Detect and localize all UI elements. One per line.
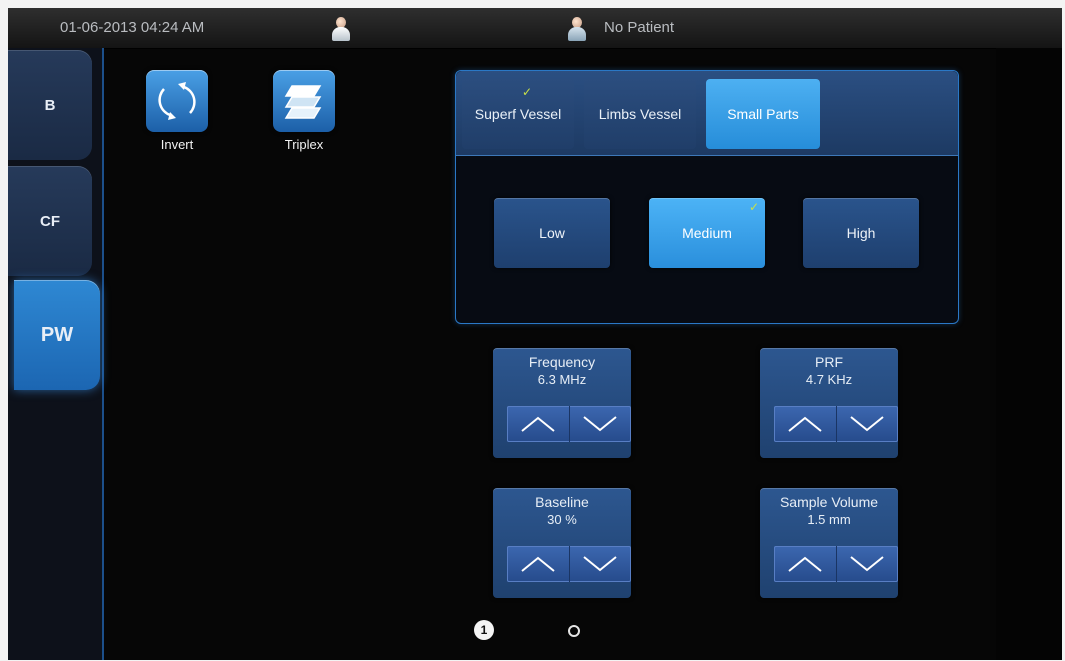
chevron-down-icon: [850, 416, 884, 432]
level-low-button[interactable]: Low: [494, 198, 610, 268]
baseline-stepper: [507, 546, 631, 582]
frequency-up-button[interactable]: [507, 406, 570, 442]
patient-name: No Patient: [604, 19, 675, 36]
check-icon: ✓: [522, 85, 533, 99]
preset-panel: Superf Vessel ✓ Limbs Vessel Small Parts…: [455, 70, 959, 324]
preset-tab-superf-vessel[interactable]: Superf Vessel ✓: [462, 79, 574, 149]
preset-tab-limbs-vessel[interactable]: Limbs Vessel: [584, 79, 696, 149]
frequency-control: Frequency 6.3 MHz: [493, 348, 631, 458]
baseline-down-button[interactable]: [569, 546, 631, 582]
chevron-up-icon: [521, 416, 555, 432]
mode-tab-pw[interactable]: PW: [14, 280, 100, 390]
prf-value: 4.7 KHz: [805, 372, 853, 387]
device-screen: 01-06-2013 04:24 AM No Patient B CF PW I…: [8, 8, 1062, 660]
prf-up-button[interactable]: [774, 406, 837, 442]
invert-icon: [146, 70, 208, 132]
frequency-down-button[interactable]: [569, 406, 631, 442]
chevron-up-icon: [788, 556, 822, 572]
prf-down-button[interactable]: [836, 406, 898, 442]
status-bar: 01-06-2013 04:24 AM No Patient: [8, 8, 1062, 49]
operator-icon[interactable]: [330, 17, 352, 42]
invert-button[interactable]: Invert: [138, 70, 216, 152]
triplex-icon: [273, 70, 335, 132]
chevron-down-icon: [583, 556, 617, 572]
mode-tab-b[interactable]: B: [8, 50, 92, 160]
sample-volume-stepper: [774, 546, 898, 582]
triplex-button[interactable]: Triplex: [265, 70, 343, 152]
level-high-button[interactable]: High: [803, 198, 919, 268]
sample-volume-up-button[interactable]: [774, 546, 837, 582]
chevron-up-icon: [788, 416, 822, 432]
chevron-down-icon: [850, 556, 884, 572]
prf-control: PRF 4.7 KHz: [760, 348, 898, 458]
preset-tabbar: Superf Vessel ✓ Limbs Vessel Small Parts: [456, 71, 958, 156]
sample-volume-control: Sample Volume 1.5 mm: [760, 488, 898, 598]
sample-volume-down-button[interactable]: [836, 546, 898, 582]
mode-tab-cf[interactable]: CF: [8, 166, 92, 276]
datetime: 01-06-2013 04:24 AM: [60, 19, 205, 36]
frequency-stepper: [507, 406, 631, 442]
sample-volume-value: 1.5 mm: [807, 512, 851, 527]
baseline-up-button[interactable]: [507, 546, 570, 582]
prf-stepper: [774, 406, 898, 442]
mode-sidebar: B CF PW: [8, 48, 104, 660]
page-indicator-next[interactable]: [568, 625, 580, 637]
chevron-down-icon: [583, 416, 617, 432]
prf-label: PRF: [815, 354, 843, 370]
level-medium-button[interactable]: Medium ✓: [649, 198, 765, 268]
check-icon: ✓: [748, 200, 759, 214]
frequency-value: 6.3 MHz: [537, 372, 587, 387]
frequency-label: Frequency: [528, 354, 596, 370]
baseline-label: Baseline: [535, 494, 589, 510]
invert-label: Invert: [160, 137, 194, 152]
page-indicator-current[interactable]: 1: [474, 620, 494, 640]
right-bezel: [996, 48, 1062, 660]
baseline-control: Baseline 30 %: [493, 488, 631, 598]
preset-tab-small-parts[interactable]: Small Parts: [706, 79, 820, 149]
patient-icon[interactable]: [566, 17, 588, 42]
triplex-label: Triplex: [284, 137, 324, 152]
chevron-up-icon: [521, 556, 555, 572]
sample-volume-label: Sample Volume: [779, 494, 879, 510]
baseline-value: 30 %: [547, 512, 577, 527]
